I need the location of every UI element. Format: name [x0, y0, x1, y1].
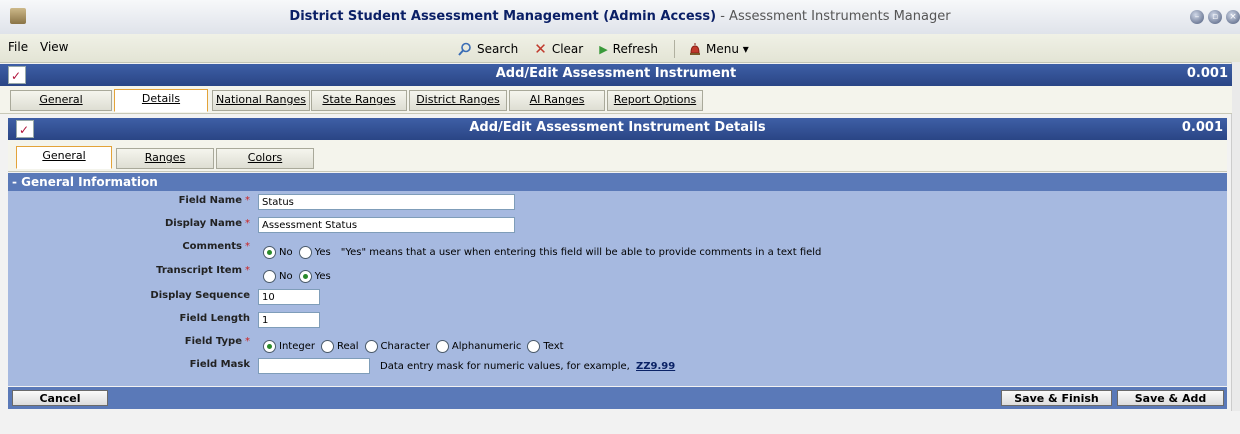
tab-details[interactable]: Details: [114, 89, 208, 112]
tab-inner-general[interactable]: General: [16, 146, 112, 169]
window-title-sub: - Assessment Instruments Manager: [716, 9, 951, 24]
minimize-icon[interactable]: –: [1190, 10, 1204, 24]
field-type-alphanumeric-radio[interactable]: [435, 340, 449, 353]
field-name-input[interactable]: Status: [258, 194, 515, 210]
window-title-main: District Student Assessment Management (…: [289, 9, 717, 24]
outer-panel-version: 0.001: [1186, 66, 1228, 81]
tab-national-ranges[interactable]: National Ranges: [212, 90, 310, 111]
display-name-input[interactable]: Assessment Status: [258, 217, 515, 233]
bell-icon: [690, 43, 700, 55]
refresh-icon: ▶: [599, 42, 608, 56]
field-length-label: Field Length: [179, 313, 250, 324]
comments-note: "Yes" means that a user when entering th…: [340, 247, 822, 258]
transcript-item-label: Transcript Item *: [156, 265, 250, 276]
close-icon[interactable]: ×: [1226, 10, 1240, 24]
field-mask-note: Data entry mask for numeric values, for …: [380, 361, 676, 372]
field-mask-input[interactable]: [258, 358, 370, 374]
field-length-input[interactable]: 1: [258, 312, 320, 328]
clear-button[interactable]: ✕ Clear: [534, 40, 583, 58]
display-sequence-input[interactable]: 10: [258, 289, 320, 305]
tab-inner-colors[interactable]: Colors: [216, 148, 314, 169]
vertical-scrollbar[interactable]: [1231, 62, 1240, 434]
inner-panel-title: Add/Edit Assessment Instrument Details: [469, 120, 766, 135]
window-title-bar: District Student Assessment Management (…: [0, 0, 1240, 35]
general-information-section[interactable]: - General Information: [8, 173, 1227, 191]
menu-dropdown[interactable]: Menu ▾: [689, 42, 749, 56]
tab-report-options[interactable]: Report Options: [607, 90, 703, 111]
tab-inner-ranges[interactable]: Ranges: [116, 148, 214, 169]
menu-bar: File View Search ✕ Clear ▶ Refresh Menu …: [0, 34, 1240, 63]
transcript-no-radio[interactable]: [263, 270, 276, 283]
field-type-radio-group: Integer Real Character Alphanumeric Text: [263, 340, 564, 353]
inner-tab-row: General Ranges Colors: [8, 140, 1227, 172]
inner-panel-header: Add/Edit Assessment Instrument Details 0…: [8, 118, 1227, 140]
field-type-real-radio[interactable]: [320, 340, 334, 353]
field-type-integer-radio[interactable]: [263, 340, 276, 353]
display-name-label: Display Name *: [164, 218, 250, 229]
outer-panel-title: Add/Edit Assessment Instrument: [495, 66, 737, 81]
transcript-yes-radio[interactable]: [298, 270, 312, 283]
action-bar: Cancel Save & Finish Save & Add: [8, 387, 1227, 409]
display-sequence-label: Display Sequence: [150, 290, 250, 301]
file-menu[interactable]: File: [8, 40, 28, 54]
window-title: District Student Assessment Management (…: [0, 9, 1240, 24]
search-icon: [458, 42, 471, 56]
tab-ai-ranges[interactable]: AI Ranges: [509, 90, 605, 111]
cancel-button[interactable]: Cancel: [12, 390, 108, 406]
field-mask-label: Field Mask: [189, 359, 250, 370]
tab-general[interactable]: General: [10, 90, 112, 111]
field-name-label: Field Name *: [178, 195, 250, 206]
maximize-icon[interactable]: ▫: [1208, 10, 1222, 24]
tab-state-ranges[interactable]: State Ranges: [311, 90, 407, 111]
comments-label: Comments *: [182, 241, 250, 252]
field-type-text-radio[interactable]: [527, 340, 541, 353]
field-type-character-radio[interactable]: [364, 340, 378, 353]
comments-radio-group: No Yes "Yes" means that a user when ente…: [263, 246, 821, 259]
field-type-label: Field Type *: [184, 336, 250, 347]
tab-district-ranges[interactable]: District Ranges: [409, 90, 507, 111]
view-menu[interactable]: View: [40, 40, 68, 54]
field-mask-example-link[interactable]: ZZ9.99: [636, 361, 675, 372]
comments-no-radio[interactable]: [263, 246, 276, 259]
status-area: [0, 411, 1240, 434]
outer-tab-row: General Details National Ranges State Ra…: [0, 86, 1232, 114]
general-information-form: Field Name * Status Display Name * Assessm…: [8, 191, 1227, 386]
outer-panel-header: Add/Edit Assessment Instrument 0.001: [0, 64, 1232, 86]
toolbar: Search ✕ Clear ▶ Refresh Menu ▾: [458, 39, 765, 59]
check-icon: [16, 120, 34, 140]
save-add-button[interactable]: Save & Add: [1117, 390, 1224, 406]
clear-icon: ✕: [534, 40, 547, 58]
inner-panel-version: 0.001: [1181, 120, 1223, 135]
transcript-item-radio-group: No Yes: [263, 270, 331, 283]
search-button[interactable]: Search: [458, 42, 518, 56]
comments-yes-radio[interactable]: [298, 246, 312, 259]
save-finish-button[interactable]: Save & Finish: [1001, 390, 1112, 406]
check-icon: [8, 66, 26, 86]
refresh-button[interactable]: ▶ Refresh: [599, 42, 658, 56]
